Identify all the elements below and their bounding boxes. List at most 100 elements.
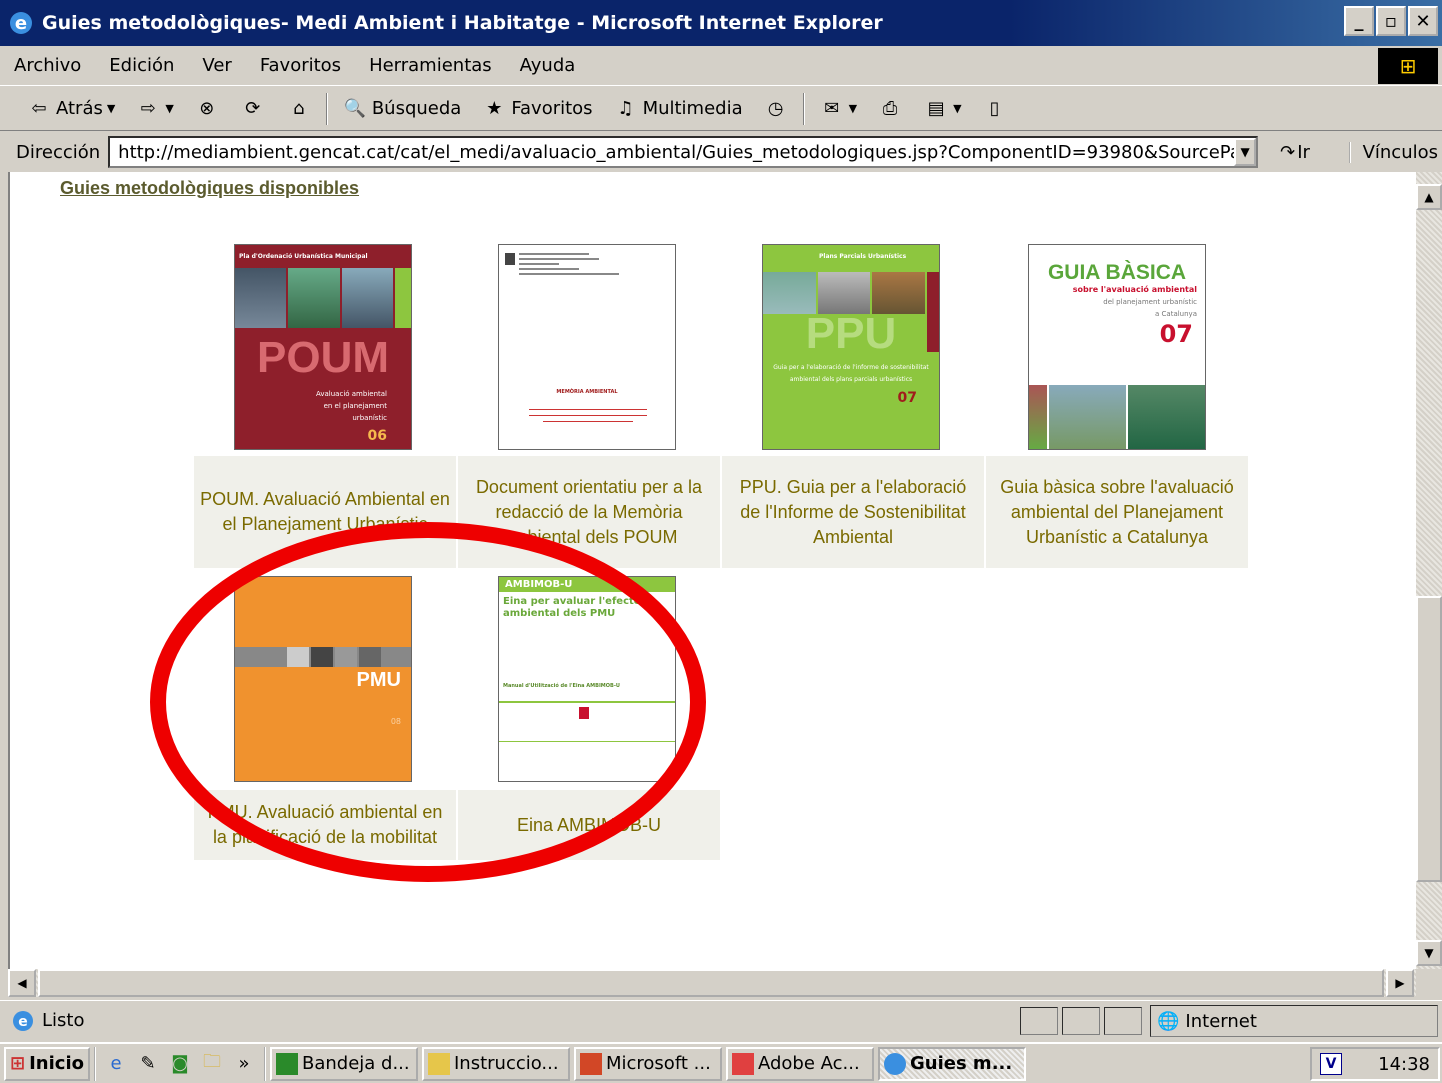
guide-caption[interactable]: PPU. Guia per a l'elaboració de l'Inform…	[722, 456, 984, 568]
go-button[interactable]: ↷ Ir	[1280, 142, 1310, 163]
vertical-scrollbar[interactable]: ▲ ▼	[1416, 172, 1442, 969]
page-heading-link[interactable]: Guies metodològiques disponibles	[60, 178, 359, 199]
go-arrow-icon: ↷	[1280, 141, 1296, 163]
app-quicklaunch-icon[interactable]: ◙	[168, 1052, 192, 1076]
zone-label: Internet	[1185, 1010, 1257, 1032]
forward-button[interactable]: ⇨ ▼	[129, 94, 179, 124]
menu-edicion[interactable]: Edición	[95, 55, 188, 76]
windows-logo-icon: ⊞	[1378, 48, 1438, 84]
menu-archivo[interactable]: Archivo	[0, 55, 95, 76]
task-label: Bandeja d...	[301, 1053, 410, 1074]
status-text: Listo	[42, 1010, 85, 1031]
mail-button[interactable]: ✉ ▼	[813, 94, 863, 124]
clock[interactable]: 14:38	[1378, 1054, 1430, 1075]
menu-favoritos[interactable]: Favoritos	[246, 55, 355, 76]
antivirus-icon[interactable]: V	[1320, 1053, 1342, 1075]
cover-subtitle: Eina per avaluar l'efecte ambiental dels…	[503, 596, 641, 619]
history-icon: ◷	[767, 98, 784, 119]
address-input[interactable]: e http://mediambient.gencat.cat/cat/el_m…	[108, 136, 1259, 168]
menu-bar: Archivo Edición Ver Favoritos Herramient…	[0, 46, 1442, 86]
history-button[interactable]: ◷	[757, 94, 795, 124]
folder-quicklaunch-icon[interactable]: 🗀	[200, 1051, 224, 1076]
guide-cover-image[interactable]: Plans Parcials Urbanístics PPU Guia per …	[762, 244, 940, 450]
cover-title: AMBIMOB-U	[499, 577, 675, 592]
cover-photo-strip	[1029, 385, 1205, 449]
links-button[interactable]: Vínculos	[1348, 141, 1438, 163]
discuss-button[interactable]: ▯	[976, 94, 1014, 124]
guide-poum[interactable]: Pla d'Ordenació Urbanística Municipal PO…	[194, 244, 456, 572]
guide-caption[interactable]: Document orientatiu per a la redacció de…	[458, 456, 720, 568]
system-tray: V 14:38	[1310, 1047, 1440, 1081]
media-label: Multimedia	[642, 98, 743, 119]
menu-ver[interactable]: Ver	[188, 55, 245, 76]
scroll-up-button[interactable]: ▲	[1416, 184, 1442, 210]
cover-grey-band	[235, 647, 411, 667]
page-status-icon: e	[13, 1011, 33, 1031]
edit-button[interactable]: ▤ ▼	[917, 94, 967, 124]
close-button[interactable]: ✕	[1408, 6, 1438, 36]
guide-cover-image[interactable]: PMU 08	[234, 576, 412, 782]
cover-number: 08	[390, 717, 401, 726]
guide-caption[interactable]: Guia bàsica sobre l'avaluació ambiental …	[986, 456, 1248, 568]
guide-cover-image[interactable]: AMBIMOB-U Eina per avaluar l'efecte ambi…	[498, 576, 676, 782]
task-guies[interactable]: Guies m...	[877, 1046, 1026, 1081]
guide-cover-image[interactable]: Pla d'Ordenació Urbanística Municipal PO…	[234, 244, 412, 450]
search-button[interactable]: 🔍 Búsqueda	[336, 94, 468, 124]
minimize-button[interactable]: _	[1344, 6, 1374, 36]
guide-cover-image[interactable]: GUIA BÀSICA sobre l'avaluació ambiental …	[1028, 244, 1206, 450]
hscroll-thumb[interactable]	[38, 969, 1384, 997]
guide-caption[interactable]: Eina AMBIMOB-U	[458, 790, 720, 860]
back-label: Atrás	[56, 98, 103, 119]
task-microsoft[interactable]: Microsoft ...	[573, 1046, 722, 1081]
address-url: http://mediambient.gencat.cat/cat/el_med…	[118, 141, 1259, 163]
favorites-button[interactable]: ★ Favoritos	[475, 94, 598, 124]
cover-emblem	[579, 707, 589, 719]
stop-icon: ⊗	[199, 98, 215, 119]
media-button[interactable]: ♫ Multimedia	[607, 94, 749, 124]
menu-ayuda[interactable]: Ayuda	[506, 55, 590, 76]
menu-herramientas[interactable]: Herramientas	[355, 55, 506, 76]
favorites-label: Favoritos	[511, 98, 593, 119]
scroll-right-button[interactable]: ▶	[1386, 969, 1414, 997]
cover-subtitle: Guia per a l'elaboració de l'informe de …	[773, 364, 929, 383]
favorites-icon: ★	[486, 98, 503, 119]
more-icon[interactable]: »	[232, 1052, 256, 1076]
guide-memoria-ambiental[interactable]: MEMÒRIA AMBIENTAL Document orientatiu pe…	[458, 244, 720, 572]
home-button[interactable]: ⌂	[280, 94, 318, 124]
guide-cover-image[interactable]: MEMÒRIA AMBIENTAL	[498, 244, 676, 450]
refresh-icon: ⟳	[245, 98, 261, 119]
outlook-quicklaunch-icon[interactable]: ✎	[136, 1052, 160, 1076]
address-dropdown-button[interactable]: ▼	[1234, 138, 1257, 166]
stop-button[interactable]: ⊗	[188, 94, 226, 124]
horizontal-scrollbar[interactable]: ◀ ▶	[8, 969, 1416, 997]
task-bandeja[interactable]: Bandeja d...	[269, 1046, 418, 1081]
task-label: Adobe Ac...	[757, 1053, 860, 1074]
print-button[interactable]: ⎙	[871, 94, 909, 124]
back-button[interactable]: ⇦ Atrás ▼	[20, 94, 121, 124]
task-adobe[interactable]: Adobe Ac...	[725, 1046, 874, 1081]
guide-ambimob-u[interactable]: AMBIMOB-U Eina per avaluar l'efecte ambi…	[458, 576, 720, 860]
guide-caption[interactable]: PMU. Avaluació ambiental en la planifica…	[194, 790, 456, 860]
cover-title: POUM	[257, 333, 389, 382]
guide-pmu[interactable]: PMU 08 PMU. Avaluació ambiental en la pl…	[194, 576, 456, 860]
cover-header: Plans Parcials Urbanístics	[819, 253, 907, 260]
refresh-button[interactable]: ⟳	[234, 94, 272, 124]
window-title: Guies metodològiques- Medi Ambient i Hab…	[42, 12, 883, 34]
guide-caption[interactable]: POUM. Avaluació Ambiental en el Planejam…	[194, 456, 456, 568]
maximize-button[interactable]: ▫	[1376, 6, 1406, 36]
guide-guia-basica[interactable]: GUIA BÀSICA sobre l'avaluació ambiental …	[986, 244, 1248, 572]
ie-quicklaunch-icon[interactable]: e	[104, 1052, 128, 1076]
scroll-down-button[interactable]: ▼	[1416, 940, 1442, 966]
scroll-thumb[interactable]	[1416, 596, 1442, 882]
scroll-left-button[interactable]: ◀	[8, 969, 36, 997]
edit-icon: ▤	[927, 98, 945, 119]
guide-ppu[interactable]: Plans Parcials Urbanístics PPU Guia per …	[722, 244, 984, 572]
window-controls: _ ▫ ✕	[1344, 6, 1438, 36]
powerpoint-icon	[579, 1052, 602, 1075]
task-instruccio[interactable]: Instruccio...	[421, 1046, 570, 1081]
status-bar: e Listo 🌐 Internet	[0, 1000, 1442, 1040]
toolbar-separator	[802, 92, 805, 125]
ie-icon	[883, 1052, 906, 1075]
start-button[interactable]: ⊞ Inicio	[4, 1046, 90, 1081]
cover-photo-strip	[235, 268, 411, 328]
